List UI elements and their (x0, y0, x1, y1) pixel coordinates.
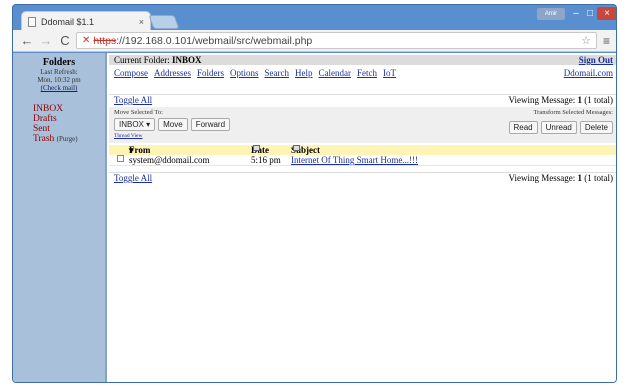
menu-fetch[interactable]: Fetch (357, 68, 377, 78)
message-row[interactable]: system@ddomail.com 5:16 pm Internet Of T… (109, 155, 616, 166)
message-subject-link[interactable]: Internet Of Thing Smart Home...!!! (291, 155, 418, 165)
move-target-select[interactable]: INBOX ▾ (114, 118, 156, 131)
insecure-lock-icon: ✕ (82, 35, 91, 46)
minimize-icon[interactable]: – (569, 7, 583, 20)
folder-drafts[interactable]: Drafts (33, 114, 105, 124)
url-path: ://192.168.0.101/webmail/src/webmail.php (116, 34, 313, 47)
viewing-status: Viewing Message: 1 (1 total) (509, 95, 613, 105)
user-badge[interactable]: Amir (537, 8, 565, 20)
current-folder-bar: Current Folder: INBOX Sign Out (109, 55, 616, 65)
list-header-row: Toggle All Viewing Message: 1 (1 total) (109, 94, 616, 105)
menu-compose[interactable]: Compose (114, 68, 148, 78)
main-menu: Compose Addresses Folders Options Search… (114, 68, 613, 78)
viewing-count: 1 (577, 95, 583, 105)
message-pane: Current Folder: INBOX Sign Out Compose A… (109, 53, 616, 382)
new-tab-button[interactable] (148, 15, 180, 29)
viewing-count: 1 (577, 173, 583, 183)
message-controls: Move Selected To: INBOX ▾ Move Forward T… (109, 107, 616, 143)
maximize-icon[interactable]: □ (583, 7, 597, 20)
menu-search[interactable]: Search (265, 68, 290, 78)
forward-button[interactable]: Forward (190, 118, 231, 131)
current-folder-name: INBOX (172, 55, 202, 65)
transform-controls: Read Unread Delete (508, 121, 613, 134)
folder-sent[interactable]: Sent (33, 124, 105, 134)
sign-out-link[interactable]: Sign Out (579, 55, 613, 65)
viewing-prefix: Viewing Message: (508, 95, 576, 105)
reload-icon[interactable]: C (57, 33, 73, 48)
menu-calendar[interactable]: Calendar (319, 68, 351, 78)
unread-button[interactable]: Unread (540, 121, 577, 134)
move-button[interactable]: Move (158, 118, 188, 131)
close-window-icon[interactable]: × (597, 7, 616, 20)
current-folder: Current Folder: INBOX (114, 55, 202, 65)
purge-link[interactable]: (Purge) (57, 135, 78, 143)
page-icon (28, 16, 36, 27)
last-refresh-value: Mon, 10:32 pm (37, 76, 81, 84)
message-date: 5:16 pm (251, 155, 281, 165)
tab-strip: Ddomail $1.1 × Amir – □ × (13, 5, 616, 31)
forward-arrow-icon[interactable]: → (38, 33, 54, 48)
folder-trash[interactable]: Trash (33, 134, 54, 144)
url-scheme: https (93, 34, 117, 47)
transform-label: Transform Selected Messages: (533, 109, 613, 116)
viewing-status: Viewing Message: 1 (1 total) (509, 173, 613, 183)
read-button[interactable]: Read (508, 121, 538, 134)
browser-menu-icon[interactable]: ≡ (603, 34, 610, 48)
message-checkbox[interactable] (117, 155, 124, 162)
folders-pane: Folders Last Refresh: Mon, 10:32 pm (Che… (13, 53, 107, 382)
list-footer-row: Toggle All Viewing Message: 1 (1 total) (109, 172, 616, 183)
folders-title: Folders (42, 57, 76, 68)
browser-toolbar: ← → C ✕ https ://192.168.0.101/webmail/s… (13, 30, 616, 52)
browser-window: Ddomail $1.1 × Amir – □ × ← → C ✕ https … (12, 4, 617, 383)
viewing-suffix: (1 total) (584, 95, 613, 105)
delete-button[interactable]: Delete (579, 121, 613, 134)
message-from: system@ddomail.com (129, 155, 210, 165)
back-arrow-icon[interactable]: ← (19, 33, 35, 48)
browser-tab[interactable]: Ddomail $1.1 × (21, 11, 151, 31)
address-bar[interactable]: ✕ https ://192.168.0.101/webmail/src/web… (76, 32, 597, 49)
tab-close-icon[interactable]: × (139, 17, 144, 27)
menu-iot[interactable]: IoT (383, 68, 396, 78)
viewing-suffix: (1 total) (584, 173, 613, 183)
bookmark-star-icon[interactable]: ☆ (581, 34, 591, 47)
folder-list: INBOX Drafts Sent Trash (Purge) (13, 104, 105, 144)
menu-addresses[interactable]: Addresses (154, 68, 191, 78)
viewing-prefix: Viewing Message: (508, 173, 576, 183)
folder-trash-row: Trash (Purge) (33, 134, 105, 144)
webmail-page: Folders Last Refresh: Mon, 10:32 pm (Che… (13, 53, 616, 382)
sort-icon (293, 145, 300, 151)
toggle-all-link[interactable]: Toggle All (114, 173, 152, 183)
last-refresh-label: Last Refresh: (40, 68, 78, 76)
sort-icon (253, 145, 260, 151)
menu-help[interactable]: Help (295, 68, 313, 78)
current-folder-label: Current Folder: (114, 55, 170, 65)
folder-inbox[interactable]: INBOX (33, 104, 105, 114)
check-mail-link[interactable]: (Check mail) (13, 84, 105, 93)
menu-folders[interactable]: Folders (197, 68, 224, 78)
message-list-header: From ▾ Date Subject (109, 145, 616, 155)
site-link[interactable]: Ddomail.com (564, 68, 613, 78)
toggle-all-link[interactable]: Toggle All (114, 95, 152, 105)
menu-options[interactable]: Options (230, 68, 259, 78)
tab-title: Ddomail $1.1 (41, 16, 95, 27)
